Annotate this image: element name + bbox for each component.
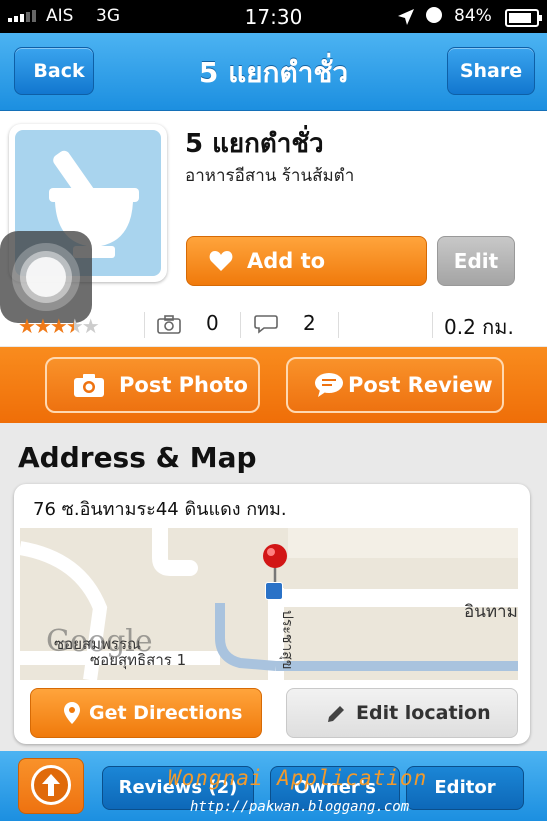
section-title: Address & Map: [18, 441, 257, 474]
pencil-icon: [328, 706, 344, 722]
post-review-label: Post Review: [348, 373, 493, 397]
post-review-button[interactable]: Post Review: [286, 357, 504, 413]
camera-icon: [157, 315, 181, 334]
divider: [338, 312, 339, 338]
back-button[interactable]: Back: [14, 47, 94, 95]
rating-stars: ★★★★★: [18, 314, 100, 338]
map-street-label: อินทาม: [464, 602, 518, 622]
edit-button[interactable]: Edit: [437, 236, 515, 286]
distance-label: 0.2 กม.: [444, 315, 514, 339]
status-bar: AIS 3G 17:30 84%: [0, 0, 547, 33]
speech-bubble-icon: [315, 373, 343, 397]
map-street-label: ประชาสุข: [279, 610, 295, 670]
location-arrow-icon: [398, 9, 414, 25]
map-brand-watermark: Google: [46, 624, 153, 659]
map-view[interactable]: อินทาม ประชาสุข ซอยสมพรรณ ซอยสุทธิสาร 1 …: [20, 528, 518, 680]
alarm-clock-icon: [426, 7, 442, 23]
location-pin-icon: [64, 702, 80, 724]
place-category: อาหารอีสาน ร้านส้มตำ: [185, 166, 355, 186]
edit-location-label: Edit location: [356, 702, 491, 724]
edit-location-button[interactable]: Edit location: [286, 688, 518, 738]
star-icon: ★: [33, 314, 52, 338]
transit-stop-icon: [265, 582, 283, 600]
star-icon: ★: [81, 314, 100, 338]
speech-bubble-icon: [254, 315, 278, 334]
watermark-title: Wongnai Application: [168, 766, 428, 790]
star-icon: ★: [49, 314, 68, 338]
add-to-favorite-button[interactable]: Add to Favorite: [186, 236, 427, 321]
get-directions-button[interactable]: Get Directions: [30, 688, 262, 738]
camera-icon: [74, 374, 104, 397]
page-title: 5 แยกตำชั่ว: [198, 56, 349, 89]
review-count: 2: [303, 311, 316, 335]
share-button[interactable]: Share: [447, 47, 535, 95]
get-directions-label: Get Directions: [89, 702, 243, 724]
photo-count: 0: [206, 311, 219, 335]
divider: [432, 312, 433, 338]
battery-percent: 84%: [454, 6, 492, 26]
post-photo-label: Post Photo: [119, 373, 248, 397]
scroll-top-button[interactable]: [18, 758, 84, 814]
heart-icon: [209, 251, 233, 271]
watermark-url: http://pakwan.bloggang.com: [190, 799, 410, 815]
post-photo-button[interactable]: Post Photo: [45, 357, 260, 413]
star-icon: ★: [65, 314, 84, 338]
star-icon: ★: [18, 314, 36, 338]
up-arrow-icon: [42, 774, 60, 796]
battery-icon: [505, 9, 542, 27]
address-text: 76 ซ.อินทามระ44 ดินแดง กทม.: [33, 499, 287, 520]
divider: [240, 312, 241, 338]
assistive-touch-button[interactable]: [0, 231, 92, 323]
place-name: 5 แยกตำชั่ว: [185, 129, 324, 159]
navigation-bar: Back 5 แยกตำชั่ว Share: [0, 33, 547, 111]
divider: [144, 312, 145, 338]
